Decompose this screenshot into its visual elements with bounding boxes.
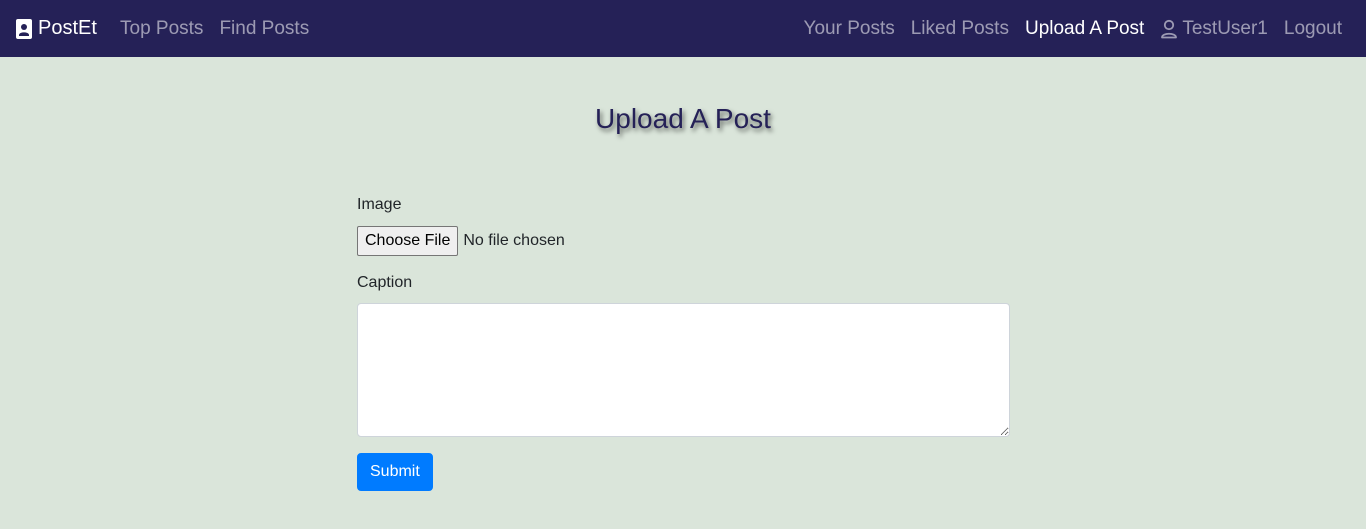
caption-textarea[interactable] (357, 303, 1010, 437)
nav-right-group: Your Posts Liked Posts Upload A Post Tes… (804, 0, 1342, 57)
nav-left-group: Top Posts Find Posts (120, 0, 325, 57)
nav-your-posts[interactable]: Your Posts (804, 18, 895, 40)
nav-top-posts[interactable]: Top Posts (120, 18, 203, 40)
nav-upload-post[interactable]: Upload A Post (1025, 18, 1144, 40)
contact-card-icon (16, 18, 32, 39)
brand-label: PostEt (38, 17, 97, 39)
file-input: Choose File No file chosen (357, 226, 1010, 256)
brand-link[interactable]: PostEt (16, 0, 97, 57)
file-status-text: No file chosen (463, 232, 565, 249)
nav-user-profile[interactable]: TestUser1 (1160, 18, 1268, 40)
image-label: Image (357, 196, 402, 213)
caption-label: Caption (357, 274, 413, 291)
nav-find-posts[interactable]: Find Posts (219, 18, 309, 40)
submit-button[interactable]: Submit (357, 453, 433, 491)
nav-liked-posts[interactable]: Liked Posts (911, 18, 1009, 40)
user-icon (1160, 19, 1178, 39)
username-label: TestUser1 (1182, 17, 1268, 39)
nav-logout[interactable]: Logout (1284, 18, 1342, 40)
upload-form: Image Choose File No file chosen Caption… (357, 196, 1010, 491)
choose-file-button[interactable]: Choose File (357, 226, 459, 256)
top-navbar: PostEt Top Posts Find Posts Your Posts L… (0, 0, 1366, 57)
page-title: Upload A Post (595, 103, 771, 134)
